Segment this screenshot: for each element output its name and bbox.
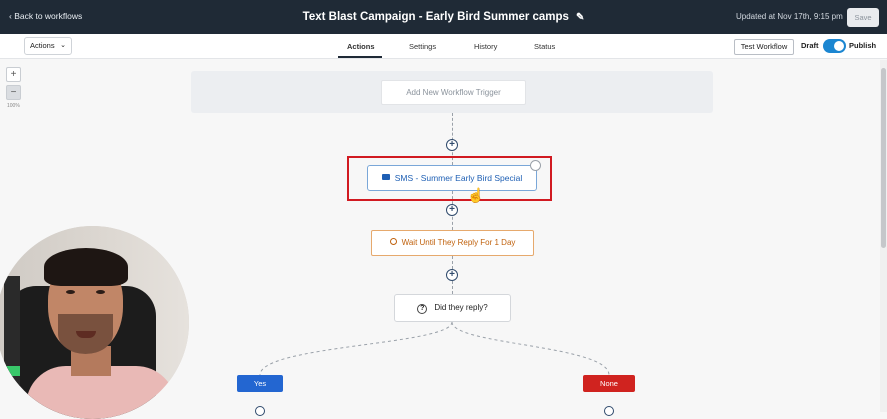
- webcam-overlay: [0, 226, 189, 419]
- branch-yes[interactable]: Yes: [237, 375, 283, 392]
- add-step-button[interactable]: [604, 406, 614, 416]
- add-step-button[interactable]: [255, 406, 265, 416]
- branch-none[interactable]: None: [583, 375, 635, 392]
